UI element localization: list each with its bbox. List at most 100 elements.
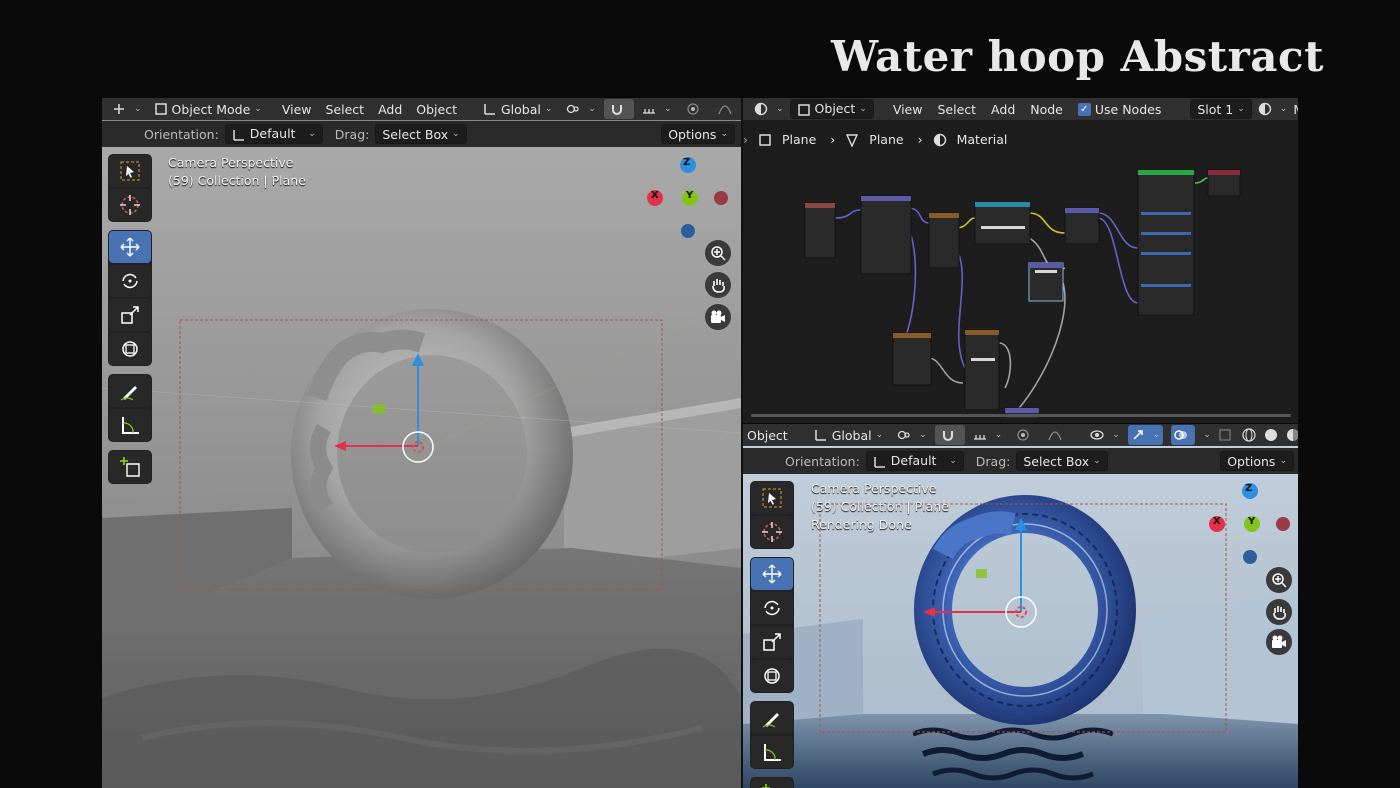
shader-editor-icon	[754, 102, 768, 116]
right-falloff-dropdown[interactable]	[1042, 425, 1072, 445]
snap-toggle[interactable]	[603, 99, 634, 119]
overlays-dropdown[interactable]: ⌄	[1197, 425, 1213, 445]
breadcrumb-object: Plane	[758, 132, 816, 147]
right-options-dropdown[interactable]: Options ⌄	[1220, 451, 1294, 471]
right-pivot-button[interactable]: ⌄	[891, 425, 933, 445]
overlays-toggle[interactable]	[1171, 425, 1196, 445]
add-cube-icon	[762, 784, 770, 788]
zoom-button[interactable]	[705, 240, 731, 266]
eye-icon	[1090, 430, 1104, 440]
right-drag-value: Select Box	[1023, 453, 1090, 469]
breadcrumb-separator-icon: ›	[917, 132, 923, 147]
material-browse-button[interactable]: ⌄	[1255, 99, 1291, 119]
editor-type-button[interactable]: ⌄	[108, 99, 146, 119]
right-snap-target-dropdown[interactable]: ⌄	[967, 425, 1009, 445]
right-measure-tool[interactable]	[751, 736, 793, 768]
right-zoom-button[interactable]	[1266, 567, 1292, 593]
right-drag-label: Drag:	[975, 453, 1011, 469]
right-gizmo-toggle[interactable]: ⌄	[1127, 425, 1164, 445]
node-menu-select[interactable]: Select	[931, 99, 982, 119]
right-snap-toggle[interactable]	[934, 425, 965, 445]
transform-icon	[764, 668, 780, 684]
right-select-box-tool[interactable]	[751, 482, 793, 514]
node-menu-view[interactable]: View	[887, 99, 929, 119]
orientation-label: Orientation:	[144, 126, 219, 142]
orientation-dropdown[interactable]: Default ⌄	[224, 124, 323, 144]
right-transform-orientation-dropdown[interactable]: Global ⌄	[808, 425, 889, 445]
right-pan-button[interactable]	[1266, 599, 1292, 625]
magnet-icon	[942, 431, 953, 441]
object-mode-icon	[154, 103, 167, 115]
node-editor-scrollbar[interactable]	[751, 414, 1291, 417]
measure-icon	[764, 744, 781, 761]
breadcrumb-collapse-icon[interactable]: ›	[743, 132, 748, 147]
right-orientation-dropdown[interactable]: Default ⌄	[865, 451, 964, 471]
shading-solid[interactable]	[1263, 425, 1283, 445]
transform-tool[interactable]	[109, 333, 151, 365]
annotate-tool[interactable]	[109, 375, 151, 407]
add-cube-tool[interactable]	[109, 451, 151, 483]
mesh-icon	[846, 133, 859, 147]
shading-material[interactable]	[1285, 425, 1298, 445]
right-transform-tool[interactable]	[751, 660, 793, 692]
menu-view[interactable]: View	[276, 99, 318, 119]
right-viewport-header: Object Global⌄ ⌄ ⌄ ⌄ ⌄ ⌄ ⌄	[743, 424, 1298, 446]
move-tool[interactable]	[109, 231, 151, 263]
cursor-tool[interactable]	[109, 189, 151, 221]
measure-tool[interactable]	[109, 409, 151, 441]
use-nodes-checkbox[interactable]: ✓ Use Nodes	[1072, 99, 1167, 119]
camera-icon	[711, 310, 725, 323]
shader-type-dropdown[interactable]: Object ⌄	[789, 99, 874, 119]
camera-view-button[interactable]	[705, 304, 731, 330]
drag-dropdown[interactable]: Select Box ⌄	[375, 124, 467, 144]
pivot-button[interactable]: ⌄	[560, 99, 602, 119]
left-navigation-gizmo[interactable]: Z X Y	[642, 152, 732, 242]
transform-orientation-dropdown[interactable]: Global ⌄	[477, 99, 558, 119]
hand-icon	[712, 279, 725, 293]
options-dropdown[interactable]: Options ⌄	[661, 124, 735, 144]
falloff-dropdown[interactable]: ⌄	[712, 99, 741, 119]
area-divider[interactable]	[741, 98, 743, 788]
node-graph[interactable]	[743, 158, 1298, 418]
menu-select[interactable]: Select	[320, 99, 371, 119]
select-box-tool[interactable]	[109, 155, 151, 187]
left-viewport[interactable]: ⌄ Object Mode ⌄ View Select Add Object Gl…	[102, 98, 741, 788]
right-navigation-gizmo[interactable]: Z X Y	[1205, 480, 1295, 570]
rotate-tool[interactable]	[109, 265, 151, 297]
right-cursor-tool[interactable]	[751, 516, 793, 548]
zoom-icon	[711, 246, 726, 261]
right-scale-tool[interactable]	[751, 626, 793, 658]
slot-dropdown[interactable]: Slot 1 ⌄	[1190, 99, 1252, 119]
right-tool-settings-bar: Orientation: Default ⌄ Drag: Select Box ⌄ …	[743, 448, 1298, 474]
annotate-icon	[762, 713, 779, 728]
material-sphere-icon	[1286, 429, 1298, 441]
right-move-tool[interactable]	[751, 558, 793, 590]
right-proportional-editing-button[interactable]	[1010, 425, 1040, 445]
menu-object[interactable]: Object	[410, 99, 463, 119]
hand-icon	[1273, 606, 1286, 620]
right-orientation-label: Orientation:	[785, 453, 860, 469]
right-gizmo-y-label: Y	[1248, 516, 1256, 527]
scale-tool[interactable]	[109, 299, 151, 331]
node-menu-add[interactable]: Add	[985, 99, 1021, 119]
right-transform-orientation-label: Global	[831, 427, 872, 443]
right-visibility-dropdown[interactable]: ⌄	[1084, 425, 1126, 445]
node-menu-node[interactable]: Node	[1024, 99, 1069, 119]
right-camera-view-button[interactable]	[1266, 629, 1292, 655]
menu-add[interactable]: Add	[372, 99, 408, 119]
pan-button[interactable]	[705, 272, 731, 298]
node-editor-type-button[interactable]: ⌄	[751, 99, 787, 119]
right-rotate-tool[interactable]	[751, 592, 793, 624]
drag-label: Drag:	[334, 126, 370, 142]
right-add-cube-tool[interactable]	[751, 778, 793, 788]
mode-dropdown[interactable]: Object Mode ⌄	[148, 99, 268, 119]
right-viewport[interactable]: Object Global⌄ ⌄ ⌄ ⌄ ⌄ ⌄ ⌄ Orientation: …	[743, 424, 1298, 788]
snap-target-dropdown[interactable]: ⌄	[636, 99, 678, 119]
right-annotate-tool[interactable]	[751, 702, 793, 734]
shading-wireframe[interactable]	[1241, 425, 1261, 445]
node-editor[interactable]: ⌄ Object ⌄ View Select Add Node ✓ Use Node…	[743, 98, 1298, 423]
xray-toggle[interactable]	[1215, 425, 1239, 445]
proportional-editing-button[interactable]	[680, 99, 710, 119]
right-drag-dropdown[interactable]: Select Box ⌄	[1016, 451, 1108, 471]
render-status: Rendering Done	[811, 517, 912, 532]
